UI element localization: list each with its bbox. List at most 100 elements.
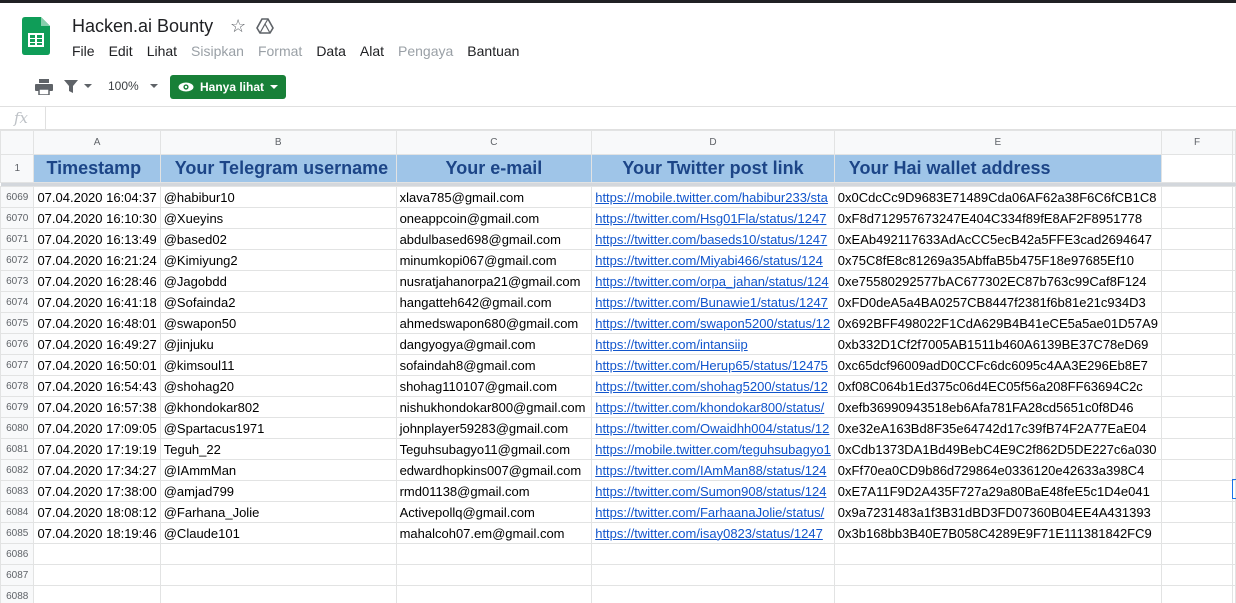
- cell-c[interactable]: edwardhopkins007@gmail.com: [395, 459, 593, 481]
- cell-a[interactable]: [33, 543, 161, 565]
- column-header-f[interactable]: F: [1160, 130, 1234, 155]
- cell-c[interactable]: rmd01138@gmail.com: [395, 480, 593, 502]
- cell-b[interactable]: Teguh_22: [159, 438, 397, 460]
- column-header-d[interactable]: D: [591, 130, 835, 155]
- row-number[interactable]: 6084: [0, 501, 35, 523]
- cell-a[interactable]: 07.04.2020 16:10:30: [33, 207, 161, 229]
- row-number[interactable]: 6069: [0, 186, 35, 208]
- cell-f[interactable]: [1160, 333, 1234, 355]
- cell-c[interactable]: dangyogya@gmail.com: [395, 333, 593, 355]
- cell-c[interactable]: [395, 543, 593, 565]
- column-header-a[interactable]: A: [33, 130, 161, 155]
- row-number[interactable]: 6088: [0, 585, 35, 603]
- row-number[interactable]: 6086: [0, 543, 35, 565]
- cell-c[interactable]: nusratjahanorpa21@gmail.com: [395, 270, 593, 292]
- cell-b[interactable]: @Farhana_Jolie: [159, 501, 397, 523]
- cell-b[interactable]: @Claude101: [159, 522, 397, 544]
- cell-c[interactable]: sofaindah8@gmail.com: [395, 354, 593, 376]
- cell-c[interactable]: Activepollq@gmail.com: [395, 501, 593, 523]
- cell-b[interactable]: @habibur10: [159, 186, 397, 208]
- cell-e[interactable]: 0x692BFF498022F1CdA629B4B41eCE5a5ae01D57…: [833, 312, 1162, 334]
- cell-a[interactable]: 07.04.2020 17:34:27: [33, 459, 161, 481]
- menu-file[interactable]: File: [65, 43, 102, 59]
- cell-f[interactable]: [1160, 417, 1234, 439]
- header-cell-e[interactable]: Your Hai wallet address: [833, 154, 1162, 183]
- menu-alat[interactable]: Alat: [353, 43, 391, 59]
- menu-edit[interactable]: Edit: [102, 43, 140, 59]
- row-number[interactable]: 6074: [0, 291, 35, 313]
- cell-f[interactable]: [1160, 501, 1234, 523]
- cell-b[interactable]: [159, 564, 397, 586]
- cell-e[interactable]: 0x3b168bb3B40E7B058C4289E9F71E111381842F…: [833, 522, 1162, 544]
- drive-icon[interactable]: [256, 17, 274, 35]
- cell-f[interactable]: [1160, 186, 1234, 208]
- cell-link[interactable]: https://twitter.com/baseds10/status/1247: [591, 228, 835, 250]
- cell-e[interactable]: [833, 585, 1162, 603]
- menu-lihat[interactable]: Lihat: [140, 43, 184, 59]
- print-icon[interactable]: [35, 79, 53, 95]
- cell-a[interactable]: 07.04.2020 16:49:27: [33, 333, 161, 355]
- select-all-corner[interactable]: [0, 130, 35, 155]
- cell-f[interactable]: [1160, 585, 1234, 603]
- cell-a[interactable]: 07.04.2020 16:54:43: [33, 375, 161, 397]
- cell-a[interactable]: 07.04.2020 17:19:19: [33, 438, 161, 460]
- row-number[interactable]: 6080: [0, 417, 35, 439]
- cell-a[interactable]: 07.04.2020 16:28:46: [33, 270, 161, 292]
- sheets-logo-icon[interactable]: [22, 17, 50, 55]
- cell-link[interactable]: https://twitter.com/shohag5200/status/12: [591, 375, 835, 397]
- cell-e[interactable]: 0xb332D1Cf2f7005AB1511b460A6139BE37C78eD…: [833, 333, 1162, 355]
- row-number[interactable]: 6073: [0, 270, 35, 292]
- cell-a[interactable]: 07.04.2020 16:04:37: [33, 186, 161, 208]
- header-cell-b[interactable]: Your Telegram username: [159, 154, 397, 183]
- spreadsheet-grid[interactable]: ABCDEF 1 Timestamp Your Telegram username Y…: [0, 130, 1236, 603]
- cell-e[interactable]: 0xCdb1373DA1Bd49BebC4E9C2f862D5DE227c6a0…: [833, 438, 1162, 460]
- cell-b[interactable]: @Xueyins: [159, 207, 397, 229]
- cell-link[interactable]: https://mobile.twitter.com/habibur233/st…: [591, 186, 835, 208]
- cell-b[interactable]: [159, 543, 397, 565]
- cell-a[interactable]: 07.04.2020 16:50:01: [33, 354, 161, 376]
- filter-icon[interactable]: [63, 79, 81, 95]
- formula-bar[interactable]: fx: [0, 107, 1236, 130]
- cell-e[interactable]: 0xEAb492117633AdAcCC5ecB42a5FFE3cad26946…: [833, 228, 1162, 250]
- cell-link[interactable]: https://mobile.twitter.com/teguhsubagyo1: [591, 438, 835, 460]
- cell-link[interactable]: https://twitter.com/khondokar800/status/: [591, 396, 835, 418]
- cell-c[interactable]: nishukhondokar800@gmail.com: [395, 396, 593, 418]
- cell-e[interactable]: 0xF8d712957673247E404C334f89fE8AF2F89517…: [833, 207, 1162, 229]
- cell-a[interactable]: 07.04.2020 18:19:46: [33, 522, 161, 544]
- column-header-c[interactable]: C: [395, 130, 593, 155]
- cell-c[interactable]: [395, 564, 593, 586]
- cell-b[interactable]: @swapon50: [159, 312, 397, 334]
- row-number[interactable]: 6081: [0, 438, 35, 460]
- cell-b[interactable]: [159, 585, 397, 603]
- cell-b[interactable]: @kimsoul11: [159, 354, 397, 376]
- header-cell-a[interactable]: Timestamp: [33, 154, 161, 183]
- row-number[interactable]: 6070: [0, 207, 35, 229]
- cell-link[interactable]: https://twitter.com/intansiip: [591, 333, 835, 355]
- cell-f[interactable]: [1160, 396, 1234, 418]
- cell-f[interactable]: [1160, 375, 1234, 397]
- cell-f[interactable]: [1160, 522, 1234, 544]
- cell-f[interactable]: [1160, 249, 1234, 271]
- cell-c[interactable]: oneappcoin@gmail.com: [395, 207, 593, 229]
- cell-f[interactable]: [1160, 354, 1234, 376]
- cell-f[interactable]: [1160, 480, 1234, 502]
- cell-link[interactable]: https://twitter.com/Sumon908/status/124: [591, 480, 835, 502]
- cell-a[interactable]: 07.04.2020 17:09:05: [33, 417, 161, 439]
- cell-b[interactable]: @shohag20: [159, 375, 397, 397]
- cell-c[interactable]: xlava785@gmail.com: [395, 186, 593, 208]
- cell-c[interactable]: johnplayer59283@gmail.com: [395, 417, 593, 439]
- cell-e[interactable]: 0xFD0deA5a4BA0257CB8447f2381f6b81e21c934…: [833, 291, 1162, 313]
- cell-link[interactable]: https://twitter.com/Herup65/status/12475: [591, 354, 835, 376]
- cell-f[interactable]: [1160, 438, 1234, 460]
- cell-link[interactable]: [591, 543, 835, 565]
- row-number[interactable]: 6075: [0, 312, 35, 334]
- cell-c[interactable]: Teguhsubagyo11@gmail.com: [395, 438, 593, 460]
- cell-f[interactable]: [1160, 228, 1234, 250]
- cell-f[interactable]: [1160, 291, 1234, 313]
- row-number[interactable]: 6071: [0, 228, 35, 250]
- cell-link[interactable]: https://twitter.com/Miyabi466/status/124: [591, 249, 835, 271]
- row-number[interactable]: 6077: [0, 354, 35, 376]
- cell-f[interactable]: [1160, 564, 1234, 586]
- filter-dropdown-icon[interactable]: [84, 84, 92, 88]
- cell-b[interactable]: @khondokar802: [159, 396, 397, 418]
